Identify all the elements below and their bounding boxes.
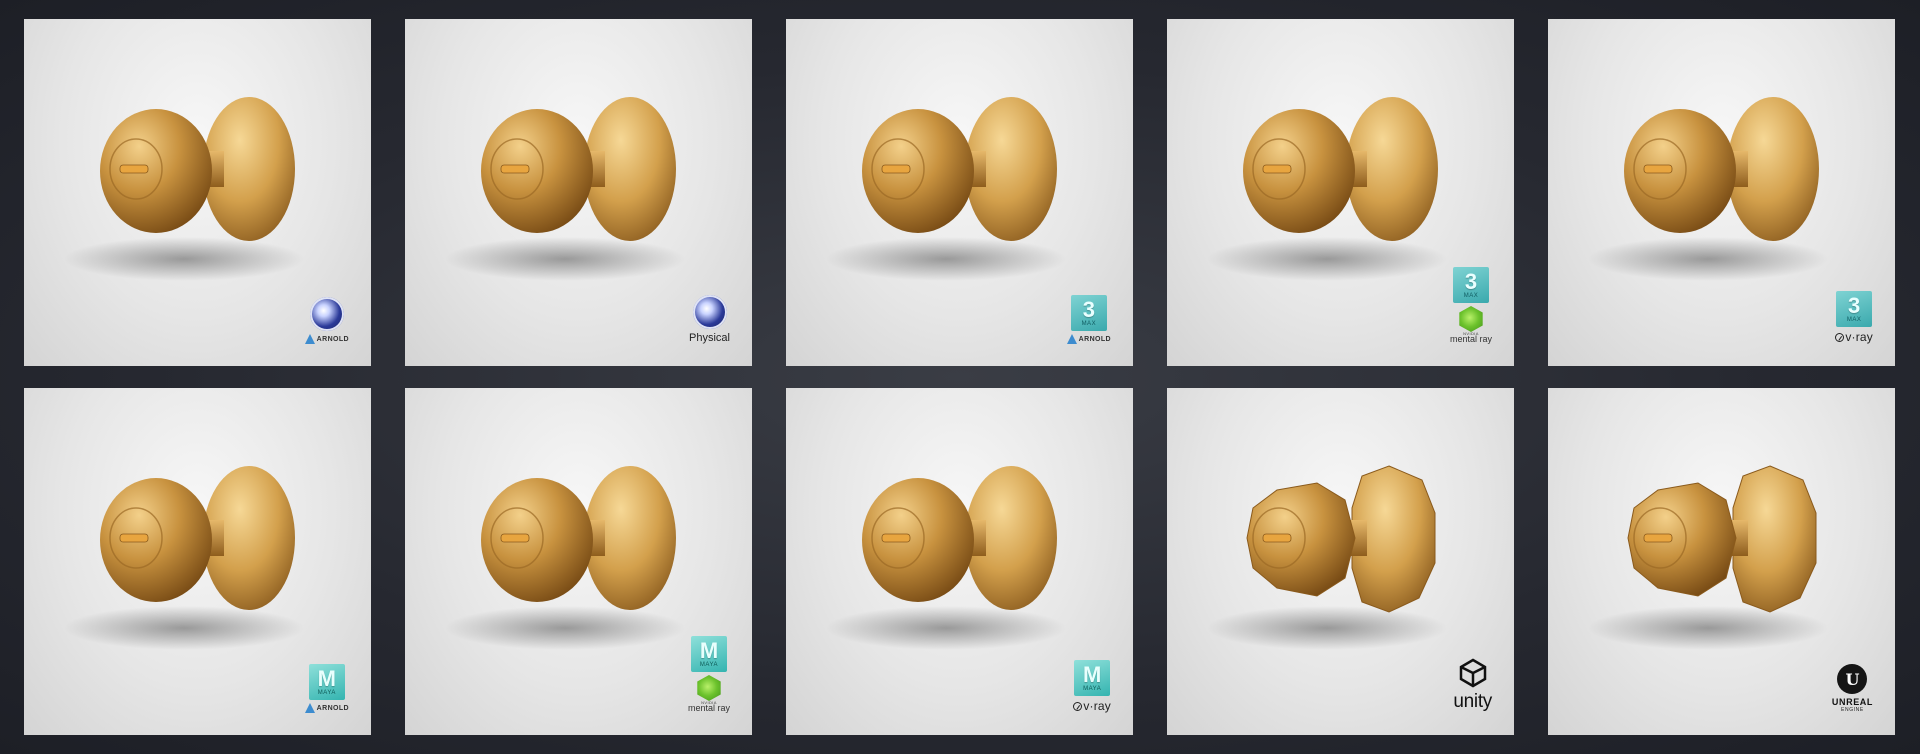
vray-logo: v·ray — [1073, 699, 1111, 713]
maya-icon-letter: M — [317, 666, 336, 691]
software-badges: ARNOLD — [304, 297, 349, 344]
mentalray-logo: NVIDIA mental ray — [688, 675, 730, 713]
unreal-icon: U — [1837, 664, 1868, 694]
software-badges: Physical — [689, 295, 730, 344]
3dsmax-icon-label: MAX — [1846, 317, 1862, 323]
maya-icon-letter: M — [1082, 662, 1102, 687]
render-grid: ARNOLD Physical 3 MAX ARNOLD 3 MAX NVIDI… — [24, 19, 1895, 735]
software-badges: M MAYA NVIDIA mental ray — [688, 636, 730, 713]
mentalray-logo: NVIDIA mental ray — [1450, 306, 1492, 344]
maya-icon: M MAYA — [308, 664, 345, 700]
tile-maya-mentalray: M MAYA NVIDIA mental ray — [405, 388, 752, 735]
tile-3dsmax-arnold: 3 MAX ARNOLD — [786, 19, 1133, 366]
mentalray-icon — [1459, 306, 1483, 332]
cinema4d-icon — [692, 295, 727, 329]
vray-label: v·ray — [1083, 699, 1111, 713]
software-badges: 3 MAX NVIDIA mental ray — [1450, 267, 1492, 344]
vray-icon — [1073, 701, 1083, 711]
maya-icon-label: MAYA — [317, 690, 336, 696]
mentalray-icon — [697, 675, 721, 701]
arnold-icon — [304, 334, 315, 344]
vray-logo: v·ray — [1835, 330, 1873, 344]
unreal-icon-letter: U — [1845, 669, 1860, 689]
software-badges: unity — [1453, 658, 1492, 713]
maya-icon-label: MAYA — [699, 662, 719, 668]
vray-icon — [1835, 332, 1845, 342]
arnold-logo: ARNOLD — [1066, 334, 1111, 344]
tile-c4d-arnold: ARNOLD — [24, 19, 371, 366]
maya-icon-label: MAYA — [1083, 686, 1102, 692]
tile-c4d-physical: Physical — [405, 19, 752, 366]
unreal-logo: U UNREAL ENGINE — [1832, 664, 1873, 713]
3dsmax-icon-number: 3 — [1848, 293, 1861, 318]
software-badges: 3 MAX ARNOLD — [1066, 295, 1111, 344]
software-badges: U UNREAL ENGINE — [1832, 664, 1873, 713]
maya-icon: M MAYA — [1074, 660, 1111, 696]
cinema4d-icon — [309, 297, 344, 331]
arnold-icon — [304, 703, 315, 713]
arnold-label: ARNOLD — [316, 335, 349, 343]
tile-3dsmax-vray: 3 MAX v·ray — [1548, 19, 1895, 366]
tile-unity: unity — [1167, 388, 1514, 735]
tile-maya-vray: M MAYA v·ray — [786, 388, 1133, 735]
3dsmax-icon: 3 MAX — [1836, 291, 1873, 327]
maya-icon: M MAYA — [690, 636, 727, 672]
maya-icon-letter: M — [699, 638, 719, 663]
arnold-label: ARNOLD — [1078, 335, 1111, 343]
software-badges: M MAYA ARNOLD — [304, 664, 349, 713]
3dsmax-icon-label: MAX — [1081, 321, 1097, 327]
3dsmax-icon-label: MAX — [1463, 293, 1479, 299]
renderer-label: Physical — [689, 332, 730, 344]
3dsmax-icon: 3 MAX — [1452, 267, 1489, 303]
unity-icon — [1459, 658, 1486, 688]
software-badges: 3 MAX v·ray — [1835, 291, 1873, 344]
unreal-label: UNREAL — [1831, 697, 1873, 707]
vray-label: v·ray — [1845, 330, 1873, 344]
unity-label: unity — [1453, 691, 1492, 712]
software-badges: M MAYA v·ray — [1073, 660, 1111, 713]
engine-label: ENGINE — [1841, 707, 1864, 713]
3dsmax-icon: 3 MAX — [1070, 295, 1107, 331]
arnold-label: ARNOLD — [316, 704, 349, 712]
tile-3dsmax-mentalray: 3 MAX NVIDIA mental ray — [1167, 19, 1514, 366]
arnold-icon — [1066, 334, 1077, 344]
tile-maya-arnold: M MAYA ARNOLD — [24, 388, 371, 735]
3dsmax-icon-number: 3 — [1464, 269, 1478, 294]
3dsmax-icon-number: 3 — [1082, 297, 1095, 322]
arnold-logo: ARNOLD — [304, 334, 349, 344]
mentalray-label: mental ray — [687, 703, 730, 713]
arnold-logo: ARNOLD — [304, 703, 349, 713]
mentalray-label: mental ray — [1449, 334, 1492, 344]
tile-unreal: U UNREAL ENGINE — [1548, 388, 1895, 735]
